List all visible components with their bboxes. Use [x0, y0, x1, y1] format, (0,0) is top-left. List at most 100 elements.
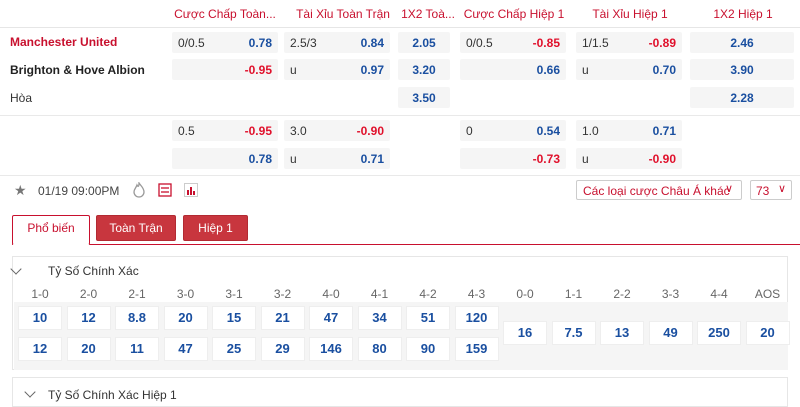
- score-odds-draw[interactable]: 250: [697, 321, 741, 345]
- score-odds-away[interactable]: 12: [18, 337, 62, 361]
- ah-ft-alt-home-odds: -0.95: [244, 124, 272, 138]
- score-odds-home[interactable]: 34: [357, 306, 402, 330]
- score-odds-away[interactable]: 47: [163, 337, 208, 361]
- star-icon[interactable]: ★: [14, 182, 27, 199]
- score-odds-away[interactable]: 29: [260, 337, 305, 361]
- score-header: 1-1: [564, 287, 583, 301]
- x12-h1-draw-cell[interactable]: 2.28: [690, 87, 794, 108]
- ou-h1-under-odds: 0.70: [652, 63, 676, 77]
- x12-ft-draw-odds: 3.50: [412, 91, 436, 105]
- fire-icon[interactable]: [131, 182, 147, 198]
- ou-h1-under-cell[interactable]: u 0.70: [576, 59, 682, 80]
- ah-ft-alt-line: 0.5: [178, 124, 195, 138]
- ah-h1-away-cell[interactable]: 0.66: [460, 59, 566, 80]
- ou-h1-alt-over-odds: 0.71: [652, 124, 676, 138]
- x12-ft-away-cell[interactable]: 3.20: [398, 59, 450, 80]
- score-header: 0-0: [516, 287, 534, 301]
- score-header: 1-0: [31, 287, 49, 301]
- x12-ft-home-odds: 2.05: [412, 36, 436, 50]
- ah-ft-away-cell[interactable]: -0.95: [172, 59, 278, 80]
- ou-h1-under-label: u: [582, 63, 589, 77]
- score-odds-draw[interactable]: 20: [745, 321, 790, 345]
- x12-h1-away-cell[interactable]: 3.90: [690, 59, 794, 80]
- bet-types-dropdown[interactable]: Các loại cược Châu Á khác ∨: [576, 180, 742, 200]
- score-odds-draw[interactable]: 7.5: [551, 321, 596, 345]
- score-odds-away[interactable]: 80: [357, 337, 402, 361]
- score-odds-away[interactable]: 90: [406, 337, 450, 361]
- more-markets-dropdown[interactable]: 73 ∨: [750, 180, 792, 200]
- score-odds-draw[interactable]: 49: [648, 321, 693, 345]
- ah-ft-alt-home-cell[interactable]: 0.5 -0.95: [172, 120, 278, 141]
- header-ah-ft[interactable]: Cược Chấp Toàn...: [170, 7, 280, 21]
- tab-underline: [12, 244, 800, 245]
- ou-h1-line: 1/1.5: [582, 36, 609, 50]
- chevron-down-icon: ∨: [777, 183, 786, 195]
- header-ou-h1[interactable]: Tài Xỉu Hiệp 1: [572, 7, 688, 21]
- ah-h1-home-cell[interactable]: 0/0.5 -0.85: [460, 32, 566, 53]
- score-header: 4-0: [322, 287, 340, 301]
- x12-h1-home-cell[interactable]: 2.46: [690, 32, 794, 53]
- ou-h1-over-cell[interactable]: 1/1.5 -0.89: [576, 32, 682, 53]
- list-icon[interactable]: [157, 182, 173, 198]
- x12-ft-draw-cell[interactable]: 3.50: [398, 87, 450, 108]
- tab-popular[interactable]: Phổ biến: [12, 215, 90, 245]
- score-odds-away[interactable]: 159: [454, 337, 499, 361]
- score-odds-home[interactable]: 15: [212, 306, 256, 330]
- ah-ft-home-cell[interactable]: 0/0.5 0.78: [172, 32, 278, 53]
- score-odds-home[interactable]: 12: [66, 306, 111, 330]
- score-header: AOS: [754, 287, 781, 301]
- score-header: 3-0: [176, 287, 195, 301]
- score-header: 4-2: [419, 287, 437, 301]
- score-odds-draw[interactable]: 13: [600, 321, 644, 345]
- ah-h1-alt-line: 0: [466, 124, 473, 138]
- x12-h1-home-odds: 2.46: [730, 36, 754, 50]
- score-odds-home[interactable]: 8.8: [115, 306, 159, 330]
- ah-h1-alt-away-cell[interactable]: -0.73: [460, 148, 566, 169]
- ou-ft-over-cell[interactable]: 2.5/3 0.84: [284, 32, 390, 53]
- ah-ft-alt-away-odds: 0.78: [248, 152, 272, 166]
- ou-ft-alt-over-cell[interactable]: 3.0 -0.90: [284, 120, 390, 141]
- more-markets-count: 73: [756, 184, 770, 198]
- score-odds-away[interactable]: 20: [66, 337, 111, 361]
- home-team-name[interactable]: Manchester United: [10, 35, 117, 49]
- score-odds-home[interactable]: 120: [454, 306, 499, 330]
- ou-ft-alt-under-odds: 0.71: [360, 152, 384, 166]
- score-odds-away[interactable]: 146: [309, 337, 353, 361]
- score-odds-home[interactable]: 51: [406, 306, 450, 330]
- ah-h1-alt-home-cell[interactable]: 0 0.54: [460, 120, 566, 141]
- x12-ft-home-cell[interactable]: 2.05: [398, 32, 450, 53]
- score-header: 2-2: [613, 287, 631, 301]
- header-1x2-ft[interactable]: 1X2 Toà...: [396, 7, 460, 21]
- header-1x2-h1[interactable]: 1X2 Hiệp 1: [690, 7, 796, 21]
- score-odds-away[interactable]: 25: [212, 337, 256, 361]
- correct-score-title[interactable]: Tỷ Số Chính Xác: [48, 264, 139, 278]
- score-odds-home[interactable]: 47: [309, 306, 353, 330]
- score-header: 2-0: [79, 287, 98, 301]
- score-odds-home[interactable]: 20: [163, 306, 208, 330]
- ou-ft-under-label: u: [290, 63, 297, 77]
- away-team-name[interactable]: Brighton & Hove Albion: [10, 63, 145, 77]
- ou-h1-over-odds: -0.89: [648, 36, 676, 50]
- ah-ft-alt-away-cell[interactable]: 0.78: [172, 148, 278, 169]
- tab-first-half[interactable]: Hiệp 1: [183, 215, 248, 241]
- ou-ft-under-odds: 0.97: [360, 63, 384, 77]
- score-odds-draw[interactable]: 16: [503, 321, 547, 345]
- header-ah-h1[interactable]: Cược Chấp Hiệp 1: [458, 7, 570, 21]
- chevron-down-icon: ∨: [724, 183, 733, 195]
- score-odds-away[interactable]: 11: [115, 337, 159, 361]
- ou-h1-alt-line: 1.0: [582, 124, 599, 138]
- x12-h1-draw-odds: 2.28: [730, 91, 754, 105]
- score-header: 2-1: [128, 287, 146, 301]
- ou-ft-alt-under-cell[interactable]: u 0.71: [284, 148, 390, 169]
- score-header: 4-3: [467, 287, 486, 301]
- ou-h1-alt-over-cell[interactable]: 1.0 0.71: [576, 120, 682, 141]
- ou-ft-under-cell[interactable]: u 0.97: [284, 59, 390, 80]
- tab-full-match[interactable]: Toàn Trận: [96, 215, 176, 241]
- header-ou-ft[interactable]: Tài Xỉu Toàn Trận: [288, 7, 398, 21]
- stats-chart-icon[interactable]: [183, 182, 199, 198]
- x12-ft-away-odds: 3.20: [412, 63, 436, 77]
- score-odds-home[interactable]: 10: [18, 306, 62, 330]
- score-header: 3-2: [273, 287, 292, 301]
- score-odds-home[interactable]: 21: [260, 306, 305, 330]
- ou-h1-alt-under-cell[interactable]: u -0.90: [576, 148, 682, 169]
